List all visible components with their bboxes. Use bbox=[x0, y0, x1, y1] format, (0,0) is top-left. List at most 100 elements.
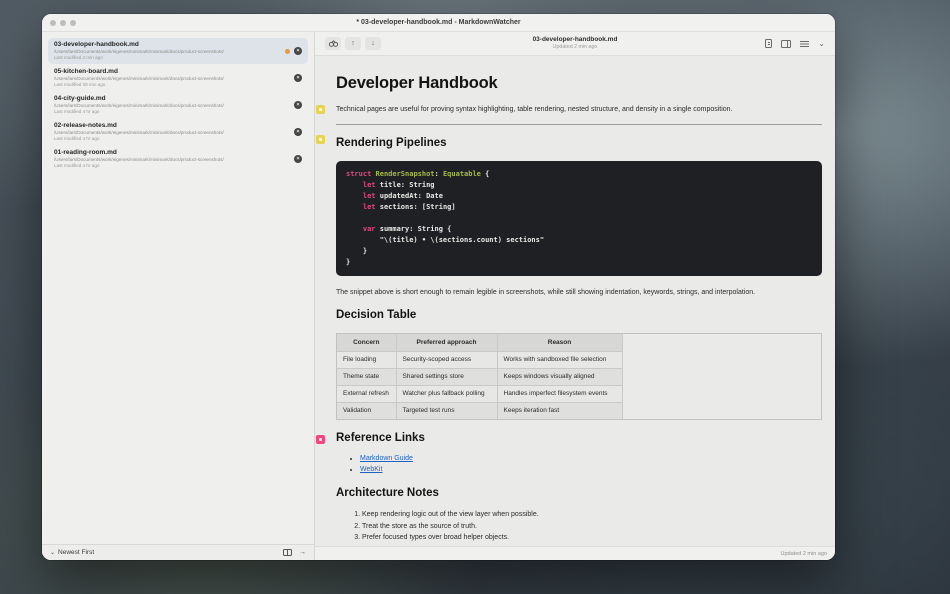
file-name: 04-city-guide.md bbox=[54, 95, 289, 103]
code-token bbox=[346, 225, 363, 233]
code-block: struct RenderSnapshot: Equatable { let t… bbox=[336, 161, 822, 276]
main-pane: ↑ ↓ 03-developer-handbook.md Updated 2 m… bbox=[315, 32, 835, 560]
code-token: : bbox=[435, 170, 443, 178]
remove-file-button[interactable]: × bbox=[294, 128, 302, 136]
table-row: ValidationTargeted test runsKeeps iterat… bbox=[337, 402, 622, 419]
remove-file-button[interactable]: × bbox=[294, 74, 302, 82]
file-row[interactable]: 04-city-guide.md/Users/lars/Documents/wo… bbox=[48, 92, 308, 118]
remove-file-button[interactable]: × bbox=[294, 155, 302, 163]
file-modified-label: Last modified 4 hr ago bbox=[54, 136, 289, 142]
code-token: let bbox=[363, 203, 376, 211]
file-row[interactable]: 03-developer-handbook.md/Users/lars/Docu… bbox=[48, 38, 308, 64]
reference-link[interactable]: Markdown Guide bbox=[360, 455, 413, 462]
annotation-marker-yellow[interactable] bbox=[316, 105, 325, 114]
code-line: let title: String bbox=[346, 180, 812, 191]
code-token: let bbox=[363, 181, 376, 189]
sort-order-control[interactable]: ⌄ Newest First bbox=[50, 549, 94, 556]
list-item: WebKit bbox=[360, 464, 822, 475]
file-info: 01-reading-room.md/Users/lars/Documents/… bbox=[54, 149, 289, 169]
arrow-down-icon: ↓ bbox=[371, 40, 375, 47]
table-row: Theme stateShared settings storeKeeps wi… bbox=[337, 368, 622, 385]
file-row[interactable]: 01-reading-room.md/Users/lars/Documents/… bbox=[48, 146, 308, 172]
table-cell: Works with sandboxed file selection bbox=[497, 351, 622, 368]
outline-list-icon[interactable] bbox=[800, 40, 809, 47]
table-cell: Validation bbox=[337, 402, 396, 419]
file-row[interactable]: 05-kitchen-board.md/Users/lars/Documents… bbox=[48, 65, 308, 91]
code-line: struct RenderSnapshot: Equatable { bbox=[346, 169, 812, 180]
table-row: External refreshWatcher plus fallback po… bbox=[337, 385, 622, 402]
table-cell: Watcher plus fallback polling bbox=[396, 385, 497, 402]
table-row: File loadingSecurity-scoped accessWorks … bbox=[337, 351, 622, 368]
remove-file-button[interactable]: × bbox=[294, 47, 302, 55]
sidebar: 03-developer-handbook.md/Users/lars/Docu… bbox=[42, 32, 315, 560]
file-name: 03-developer-handbook.md bbox=[54, 41, 280, 49]
code-line: let updatedAt: Date bbox=[346, 191, 812, 202]
table-cell: External refresh bbox=[337, 385, 396, 402]
annotation-marker-pink[interactable] bbox=[316, 435, 325, 444]
code-token: { bbox=[481, 170, 489, 178]
file-row[interactable]: 02-release-notes.md/Users/lars/Documents… bbox=[48, 119, 308, 145]
annotation-marker-yellow[interactable] bbox=[316, 135, 325, 144]
code-token: } bbox=[346, 247, 367, 255]
table-cell: Security-scoped access bbox=[396, 351, 497, 368]
code-line: } bbox=[346, 257, 812, 268]
decision-table-container: ConcernPreferred approachReasonFile load… bbox=[336, 333, 822, 420]
app-window: * 03-developer-handbook.md - MarkdownWat… bbox=[42, 14, 835, 560]
code-token: struct bbox=[346, 170, 371, 178]
list-item: Prefer focused types over broad helper o… bbox=[362, 532, 822, 544]
find-button[interactable] bbox=[325, 37, 341, 50]
table-header-cell: Concern bbox=[337, 334, 396, 351]
reference-link-list: Markdown Guide WebKit bbox=[360, 453, 822, 475]
markdown-preview[interactable]: Developer Handbook Technical pages are u… bbox=[315, 56, 835, 546]
file-modified-label: Last modified 2 min ago bbox=[54, 55, 280, 61]
code-token: var bbox=[363, 225, 376, 233]
previous-match-button[interactable]: ↑ bbox=[345, 37, 361, 50]
toggle-sidebar-icon[interactable] bbox=[283, 549, 292, 556]
table-cell: File loading bbox=[337, 351, 396, 368]
file-list: 03-developer-handbook.md/Users/lars/Docu… bbox=[42, 32, 314, 544]
file-name: 02-release-notes.md bbox=[54, 122, 289, 130]
file-info: 03-developer-handbook.md/Users/lars/Docu… bbox=[54, 41, 280, 61]
file-modified-label: Last modified 4 hr ago bbox=[54, 109, 289, 115]
section-heading-reference-links: Reference Links bbox=[336, 431, 822, 445]
file-modified-label: Last modified 39 min ago bbox=[54, 82, 289, 88]
section-heading-decision-table: Decision Table bbox=[336, 308, 822, 322]
file-info: 05-kitchen-board.md/Users/lars/Documents… bbox=[54, 68, 289, 88]
code-token: summary: String { bbox=[376, 225, 452, 233]
table-cell: Theme state bbox=[337, 368, 396, 385]
next-match-button[interactable]: ↓ bbox=[365, 37, 381, 50]
code-token: sections: [String] bbox=[376, 203, 456, 211]
chevron-down-icon: ⌄ bbox=[50, 549, 55, 556]
code-token bbox=[346, 192, 363, 200]
binoculars-icon bbox=[329, 40, 338, 47]
code-token: Equatable bbox=[443, 170, 481, 178]
chevron-down-icon[interactable]: ⌄ bbox=[818, 39, 825, 49]
arrow-up-icon: ↑ bbox=[351, 40, 355, 47]
file-info: 02-release-notes.md/Users/lars/Documents… bbox=[54, 122, 289, 142]
reference-link[interactable]: WebKit bbox=[360, 466, 382, 473]
divider bbox=[336, 124, 822, 125]
split-view-icon[interactable] bbox=[781, 40, 791, 48]
remove-file-button[interactable]: × bbox=[294, 101, 302, 109]
status-bar: Updated 2 min ago bbox=[315, 546, 835, 560]
code-line: "\(title) • \(sections.count) sections" bbox=[346, 235, 812, 246]
sidebar-footer: ⌄ Newest First → bbox=[42, 544, 314, 560]
table-header-cell: Reason bbox=[497, 334, 622, 351]
section-heading-architecture-notes: Architecture Notes bbox=[336, 486, 822, 500]
page-title: Developer Handbook bbox=[336, 74, 822, 93]
main-toolbar: ↑ ↓ 03-developer-handbook.md Updated 2 m… bbox=[315, 32, 835, 56]
list-item: Keep rendering logic out of the view lay… bbox=[362, 509, 822, 521]
file-row-icons: × bbox=[294, 101, 302, 109]
table-cell: Handles imperfect filesystem events bbox=[497, 385, 622, 402]
arrow-right-icon[interactable]: → bbox=[299, 549, 306, 556]
code-token: "\(title) • \(sections.count) sections" bbox=[346, 236, 544, 244]
document-icon[interactable] bbox=[765, 39, 772, 48]
list-item: Treat the store as the source of truth. bbox=[362, 521, 822, 533]
section-heading-rendering-pipelines: Rendering Pipelines bbox=[336, 136, 822, 150]
unsaved-changes-dot-icon bbox=[285, 49, 290, 54]
file-row-icons: × bbox=[294, 74, 302, 82]
status-updated-label: Updated 2 min ago bbox=[781, 551, 827, 557]
document-title: 03-developer-handbook.md bbox=[315, 36, 835, 44]
file-name: 01-reading-room.md bbox=[54, 149, 289, 157]
table-cell: Shared settings store bbox=[396, 368, 497, 385]
